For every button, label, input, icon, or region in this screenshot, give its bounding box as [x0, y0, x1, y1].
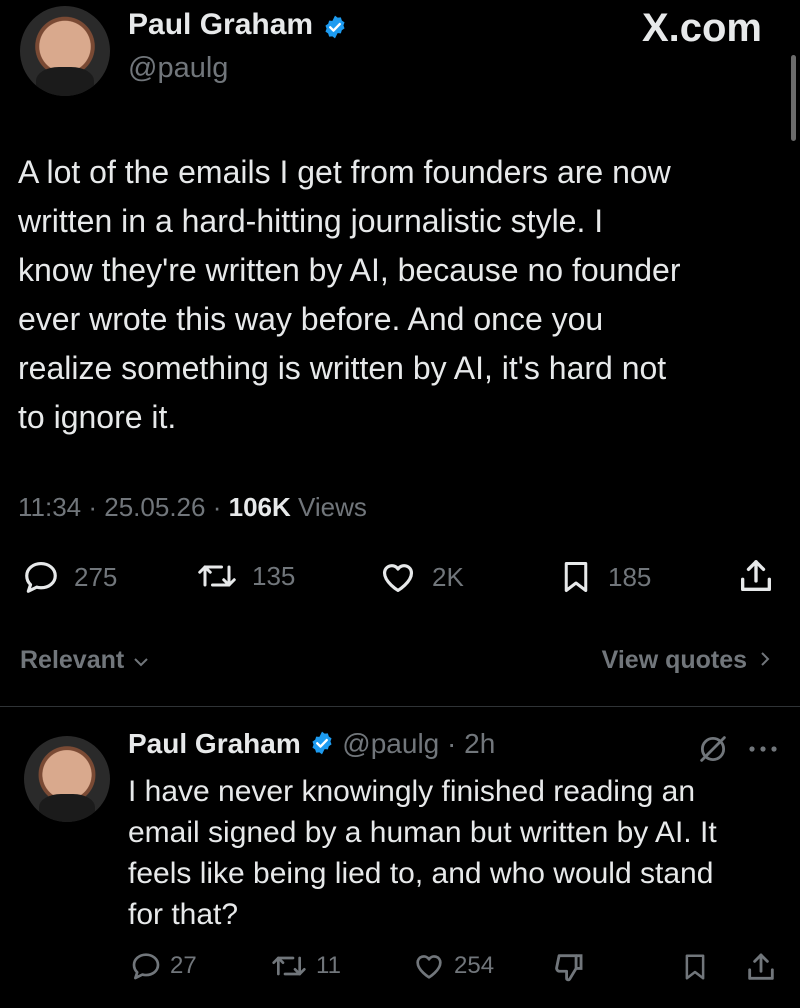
bookmark-icon[interactable]	[680, 951, 710, 983]
author-handle[interactable]: @paulg	[128, 52, 228, 85]
tweet-time[interactable]: 11:34	[18, 492, 81, 522]
author-name[interactable]: Paul Graham	[128, 8, 313, 41]
heart-icon	[382, 564, 414, 593]
reply-text: I have never knowingly finished reading …	[128, 771, 788, 935]
author-header: Paul Graham	[128, 8, 348, 42]
reply-author-name[interactable]: Paul Graham	[128, 728, 301, 759]
views-label: Views	[298, 492, 367, 522]
share-icon[interactable]	[736, 556, 776, 596]
reply-text-line: for that?	[128, 898, 239, 931]
scrollbar[interactable]	[791, 55, 796, 141]
separator-dot: ·	[212, 492, 229, 522]
verified-badge-icon	[324, 15, 345, 39]
sort-label: Relevant	[20, 646, 125, 674]
tweet-meta: 11:34 · 25.05.26 · 106K Views	[18, 492, 367, 523]
bookmark-count: 185	[608, 561, 652, 592]
sort-dropdown[interactable]: Relevant	[20, 646, 149, 675]
heart-icon	[416, 955, 442, 979]
view-quotes-link[interactable]: View quotes	[602, 646, 772, 675]
repost-count: 135	[252, 560, 296, 591]
chevron-down-icon	[134, 658, 148, 667]
tweet-text-line: realize something is written by AI, it's…	[18, 350, 667, 386]
reply-reply-button[interactable]: 27	[130, 950, 197, 982]
reply-header: Paul Graham @paulg · 2h	[128, 728, 495, 760]
separator-dot: ·	[88, 492, 105, 522]
reply-button[interactable]: 275	[22, 558, 117, 596]
tweet-date[interactable]: 25.05.26	[104, 492, 205, 522]
source-label: X.com	[641, 6, 762, 50]
reply-like-count: 254	[454, 952, 495, 979]
tweet-text: A lot of the emails I get from founders …	[18, 148, 788, 442]
reply-icon	[25, 561, 57, 593]
tweet-text-line: to ignore it.	[18, 399, 177, 435]
more-options-icon[interactable]	[748, 744, 778, 754]
like-count: 2K	[432, 561, 464, 592]
reply-handle[interactable]: @paulg	[342, 728, 439, 759]
reply-repost-button[interactable]: 11	[270, 950, 341, 982]
views-count: 106K	[228, 492, 291, 522]
repost-icon	[198, 565, 236, 587]
reply-text-line: feels like being lied to, and who would …	[128, 857, 714, 890]
reply-text-line: I have never knowingly finished reading …	[128, 775, 696, 808]
reply-reply-count: 27	[170, 952, 197, 979]
reply-text-line: email signed by a human but written by A…	[128, 816, 717, 849]
separator-dot: ·	[439, 728, 465, 759]
tweet-text-line: know they're written by AI, because no f…	[18, 252, 681, 288]
verified-badge-icon	[311, 731, 332, 755]
reply-author-avatar[interactable]	[24, 736, 110, 822]
share-icon[interactable]	[744, 950, 778, 984]
downvote-icon[interactable]	[552, 950, 586, 984]
author-avatar[interactable]	[20, 6, 110, 96]
bookmark-button[interactable]: 185	[558, 558, 651, 596]
view-quotes-label: View quotes	[601, 646, 748, 674]
reply-repost-count: 11	[316, 952, 341, 979]
tweet-text-line: A lot of the emails I get from founders …	[18, 154, 671, 190]
tweet-text-line: written in a hard-hitting journalistic s…	[18, 203, 604, 239]
tweet-text-line: ever wrote this way before. And once you	[18, 301, 604, 337]
reply-age[interactable]: 2h	[464, 728, 495, 759]
like-button[interactable]: 2K	[378, 558, 464, 596]
grok-icon[interactable]	[696, 732, 730, 766]
reply-like-button[interactable]: 254	[412, 950, 494, 982]
repost-icon	[272, 956, 306, 976]
repost-button[interactable]: 135	[196, 558, 295, 594]
bookmark-icon	[564, 562, 588, 592]
chevron-right-icon	[761, 652, 770, 666]
divider	[0, 706, 800, 707]
reply-icon	[132, 953, 160, 980]
reply-count: 275	[74, 561, 118, 592]
